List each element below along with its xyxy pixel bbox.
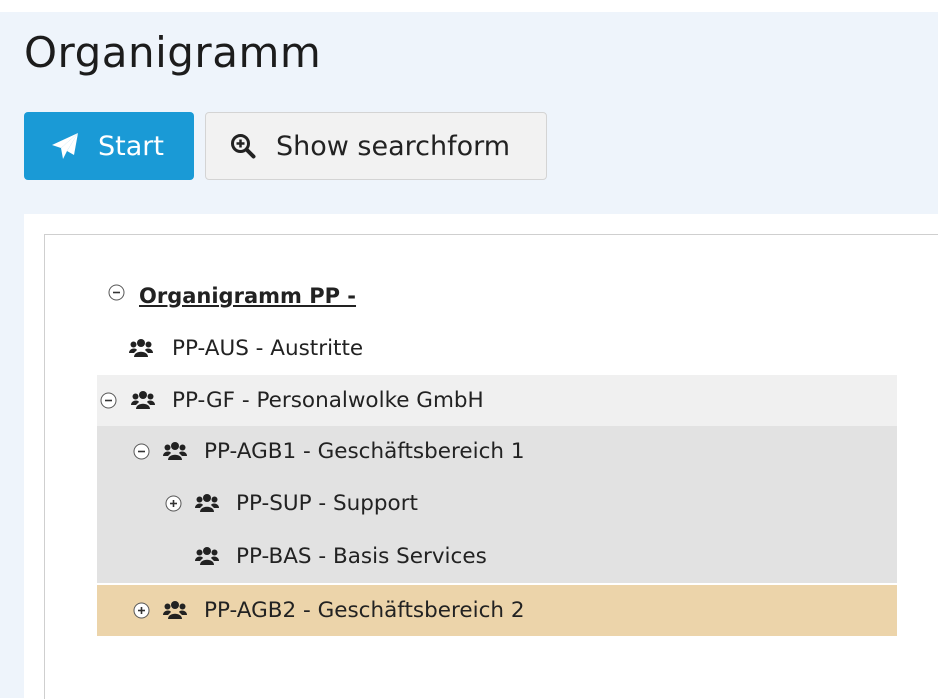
users-icon — [129, 339, 153, 357]
users-icon — [163, 601, 187, 619]
tree-node-pp-agb2[interactable]: PP-AGB2 - Geschäftsbereich 2 — [97, 585, 897, 636]
tree-node-label[interactable]: PP-AUS - Austritte — [172, 336, 363, 361]
expand-icon[interactable] — [165, 495, 182, 512]
collapse-icon[interactable] — [108, 284, 125, 301]
tree-node-pp-aus[interactable]: PP-AUS - Austritte — [97, 323, 897, 374]
expand-icon[interactable] — [133, 602, 150, 619]
users-icon — [195, 547, 219, 565]
tree-node-pp-gf[interactable]: PP-GF - Personalwolke GmbH — [97, 375, 897, 426]
tree-node-label[interactable]: PP-AGB1 - Geschäftsbereich 1 — [204, 439, 525, 464]
show-searchform-label: Show searchform — [276, 130, 511, 162]
tree-root-label[interactable]: Organigramm PP - — [139, 284, 356, 308]
tree-node-pp-agb1[interactable]: PP-AGB1 - Geschäftsbereich 1 — [97, 426, 897, 477]
paper-plane-icon — [52, 133, 78, 159]
tree-node-label[interactable]: PP-SUP - Support — [236, 491, 418, 516]
content-panel: Organigramm PP - PP-AUS - Austritte PP-G… — [24, 214, 938, 699]
tree-node-label[interactable]: PP-GF - Personalwolke GmbH — [172, 388, 484, 413]
tree-node-pp-bas[interactable]: PP-BAS - Basis Services — [97, 530, 897, 583]
page-title: Organigramm — [24, 28, 322, 77]
tree-node-label[interactable]: PP-AGB2 - Geschäftsbereich 2 — [204, 598, 525, 623]
org-tree: Organigramm PP - PP-AUS - Austritte PP-G… — [44, 234, 938, 699]
start-button[interactable]: Start — [24, 112, 194, 180]
show-searchform-button[interactable]: Show searchform — [205, 112, 547, 180]
collapse-icon[interactable] — [100, 392, 117, 409]
start-button-label: Start — [98, 130, 164, 162]
collapse-icon[interactable] — [133, 443, 150, 460]
users-icon — [195, 494, 219, 512]
users-icon — [131, 391, 155, 409]
tree-node-pp-sup[interactable]: PP-SUP - Support — [97, 477, 897, 530]
tree-root[interactable]: Organigramm PP - — [97, 270, 417, 321]
tree-node-label[interactable]: PP-BAS - Basis Services — [236, 544, 487, 569]
users-icon — [163, 442, 187, 460]
zoom-in-icon — [231, 134, 256, 159]
